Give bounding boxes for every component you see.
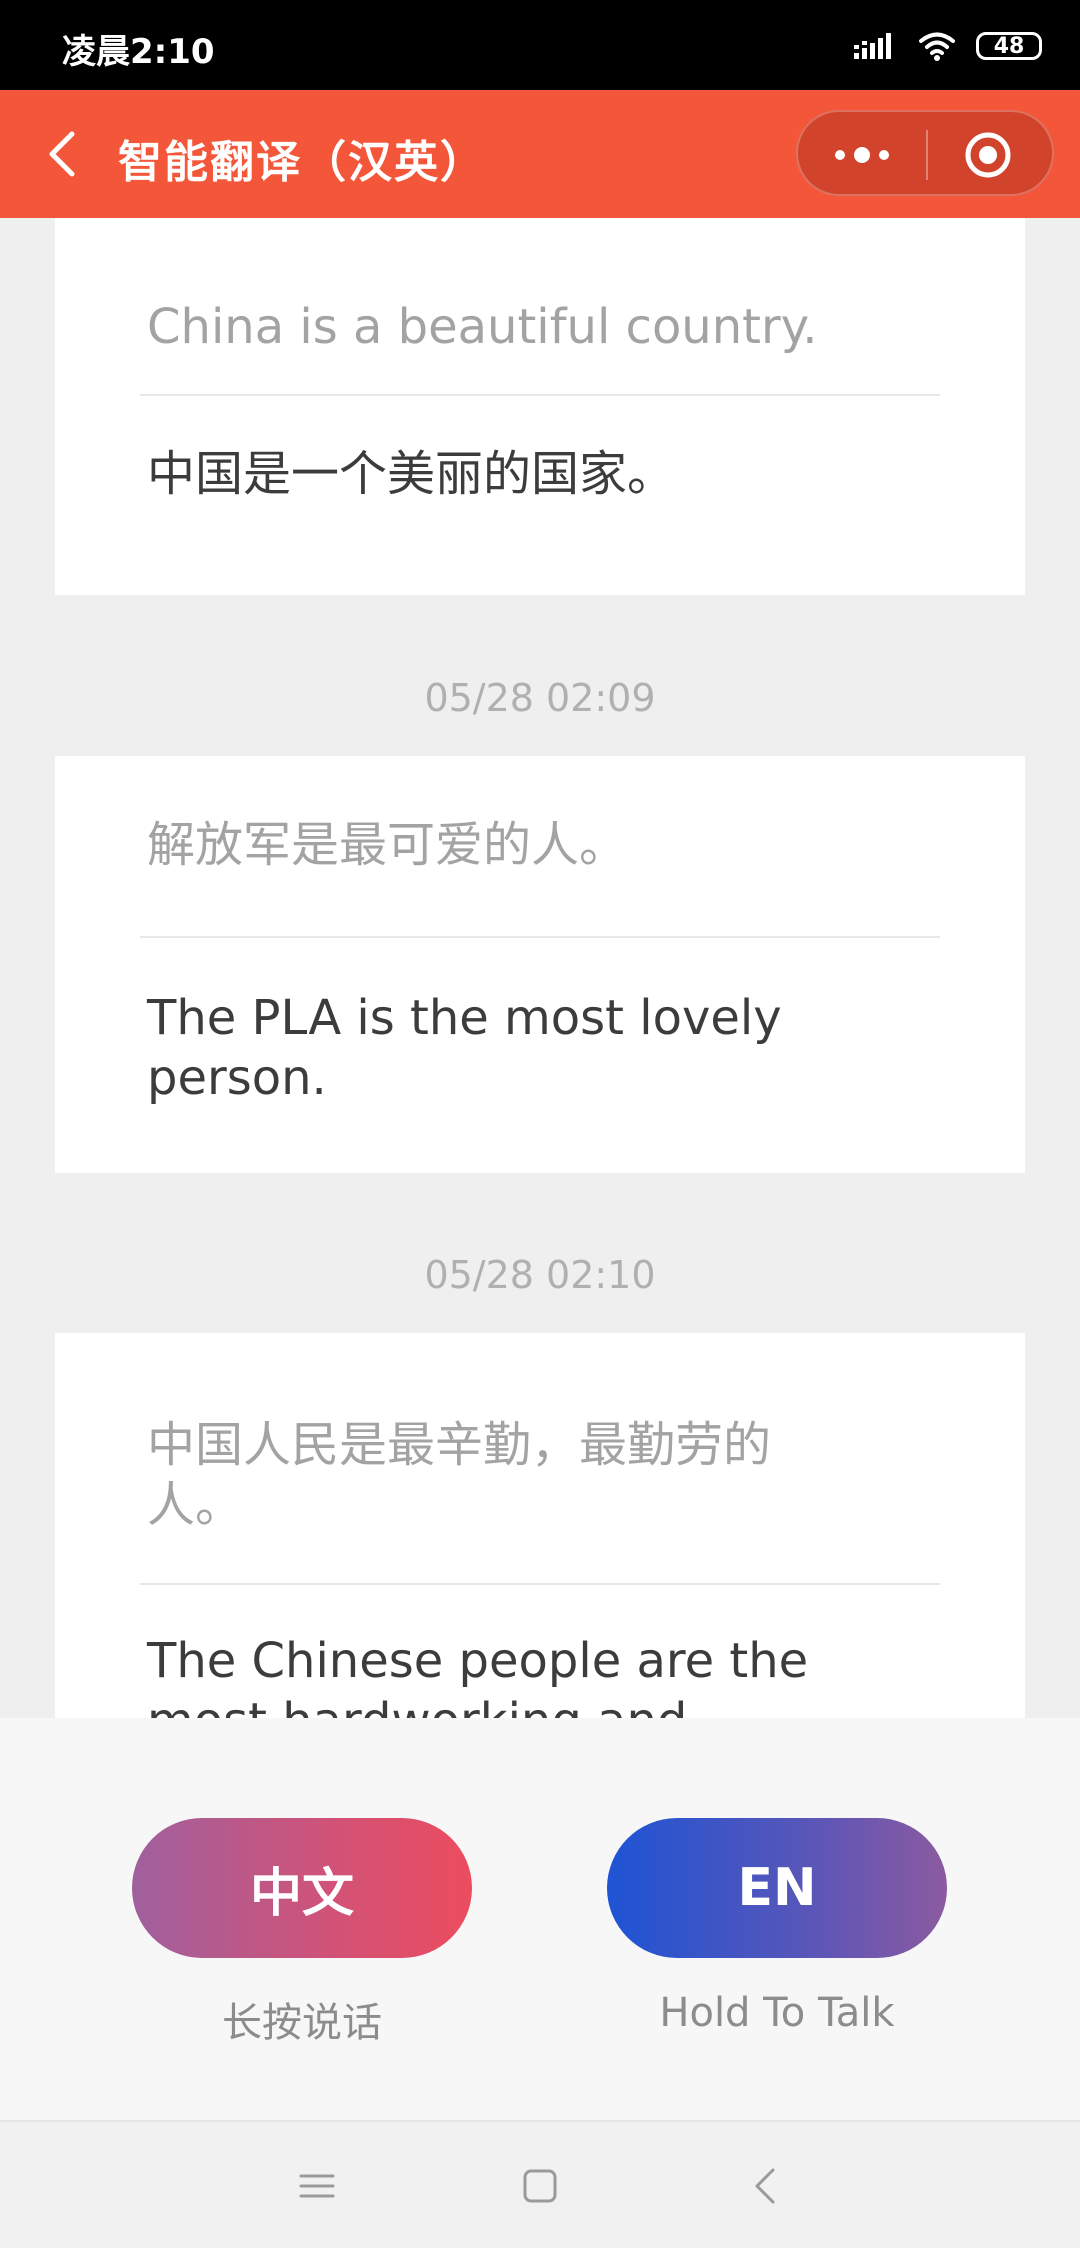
battery-icon: 48 [976, 32, 1042, 60]
nav-menu-button[interactable] [283, 2154, 353, 2218]
card-translation-text: The Chinese people are the most hardwork… [147, 1633, 809, 1718]
nav-back-icon [755, 2168, 775, 2204]
wifi-icon [919, 32, 955, 61]
card-source-text: 中国人民是最辛勤，最勤劳的人。 [147, 1417, 772, 1533]
translation-card: 中国人民是最辛勤，最勤劳的人。 The Chinese people are t… [55, 1333, 1025, 1718]
more-dots-icon [835, 147, 889, 163]
english-talk-label: EN [737, 1858, 817, 1918]
status-icons: 48 [854, 28, 1042, 64]
card-source-text: China is a beautiful country. [147, 299, 818, 355]
capsule-menu [796, 110, 1054, 196]
battery-level: 48 [993, 33, 1025, 59]
chinese-talk-button[interactable]: 中文 [132, 1818, 472, 1958]
timestamp: 05/28 02:09 [424, 676, 656, 720]
back-arrow-icon [49, 131, 75, 177]
card-source-text: 解放军是最可爱的人。 [147, 817, 628, 873]
signal-icon [854, 33, 891, 59]
chinese-talk-label: 中文 [249, 1863, 354, 1924]
home-square-icon [523, 2169, 557, 2203]
translation-card: 解放军是最可爱的人。 The PLA is the most lovely pe… [55, 756, 1025, 1173]
system-nav-bar [0, 2120, 1080, 2248]
english-talk-hint: Hold To Talk [659, 1990, 895, 2036]
card-translation-text: The PLA is the most lovely person. [147, 990, 782, 1106]
nav-home-button[interactable] [505, 2154, 575, 2218]
menu-lines-icon [299, 2174, 335, 2198]
close-miniprogram-button[interactable] [928, 112, 1052, 194]
back-button[interactable] [40, 122, 100, 186]
chinese-talk-hint: 长按说话 [222, 2000, 382, 2046]
conversation-list[interactable]: China is a beautiful country. 中国是一个美丽的国家… [0, 218, 1080, 1718]
nav-back-button[interactable] [733, 2154, 803, 2218]
status-bar: 凌晨2:10 48 [0, 0, 1080, 90]
card-divider [140, 936, 940, 938]
timestamp: 05/28 02:10 [424, 1253, 656, 1297]
status-time: 凌晨2:10 [62, 32, 215, 72]
card-divider [140, 1583, 940, 1585]
more-button[interactable] [798, 112, 926, 194]
page-title: 智能翻译（汉英） [118, 137, 486, 188]
card-divider [140, 394, 940, 396]
card-translation-text: 中国是一个美丽的国家。 [147, 446, 676, 502]
translation-card: China is a beautiful country. 中国是一个美丽的国家… [55, 218, 1025, 595]
app-header: 智能翻译（汉英） [0, 90, 1080, 218]
target-close-icon [965, 132, 1011, 178]
talk-panel: 中文 EN 长按说话 Hold To Talk [0, 1718, 1080, 2120]
english-talk-button[interactable]: EN [607, 1818, 947, 1958]
